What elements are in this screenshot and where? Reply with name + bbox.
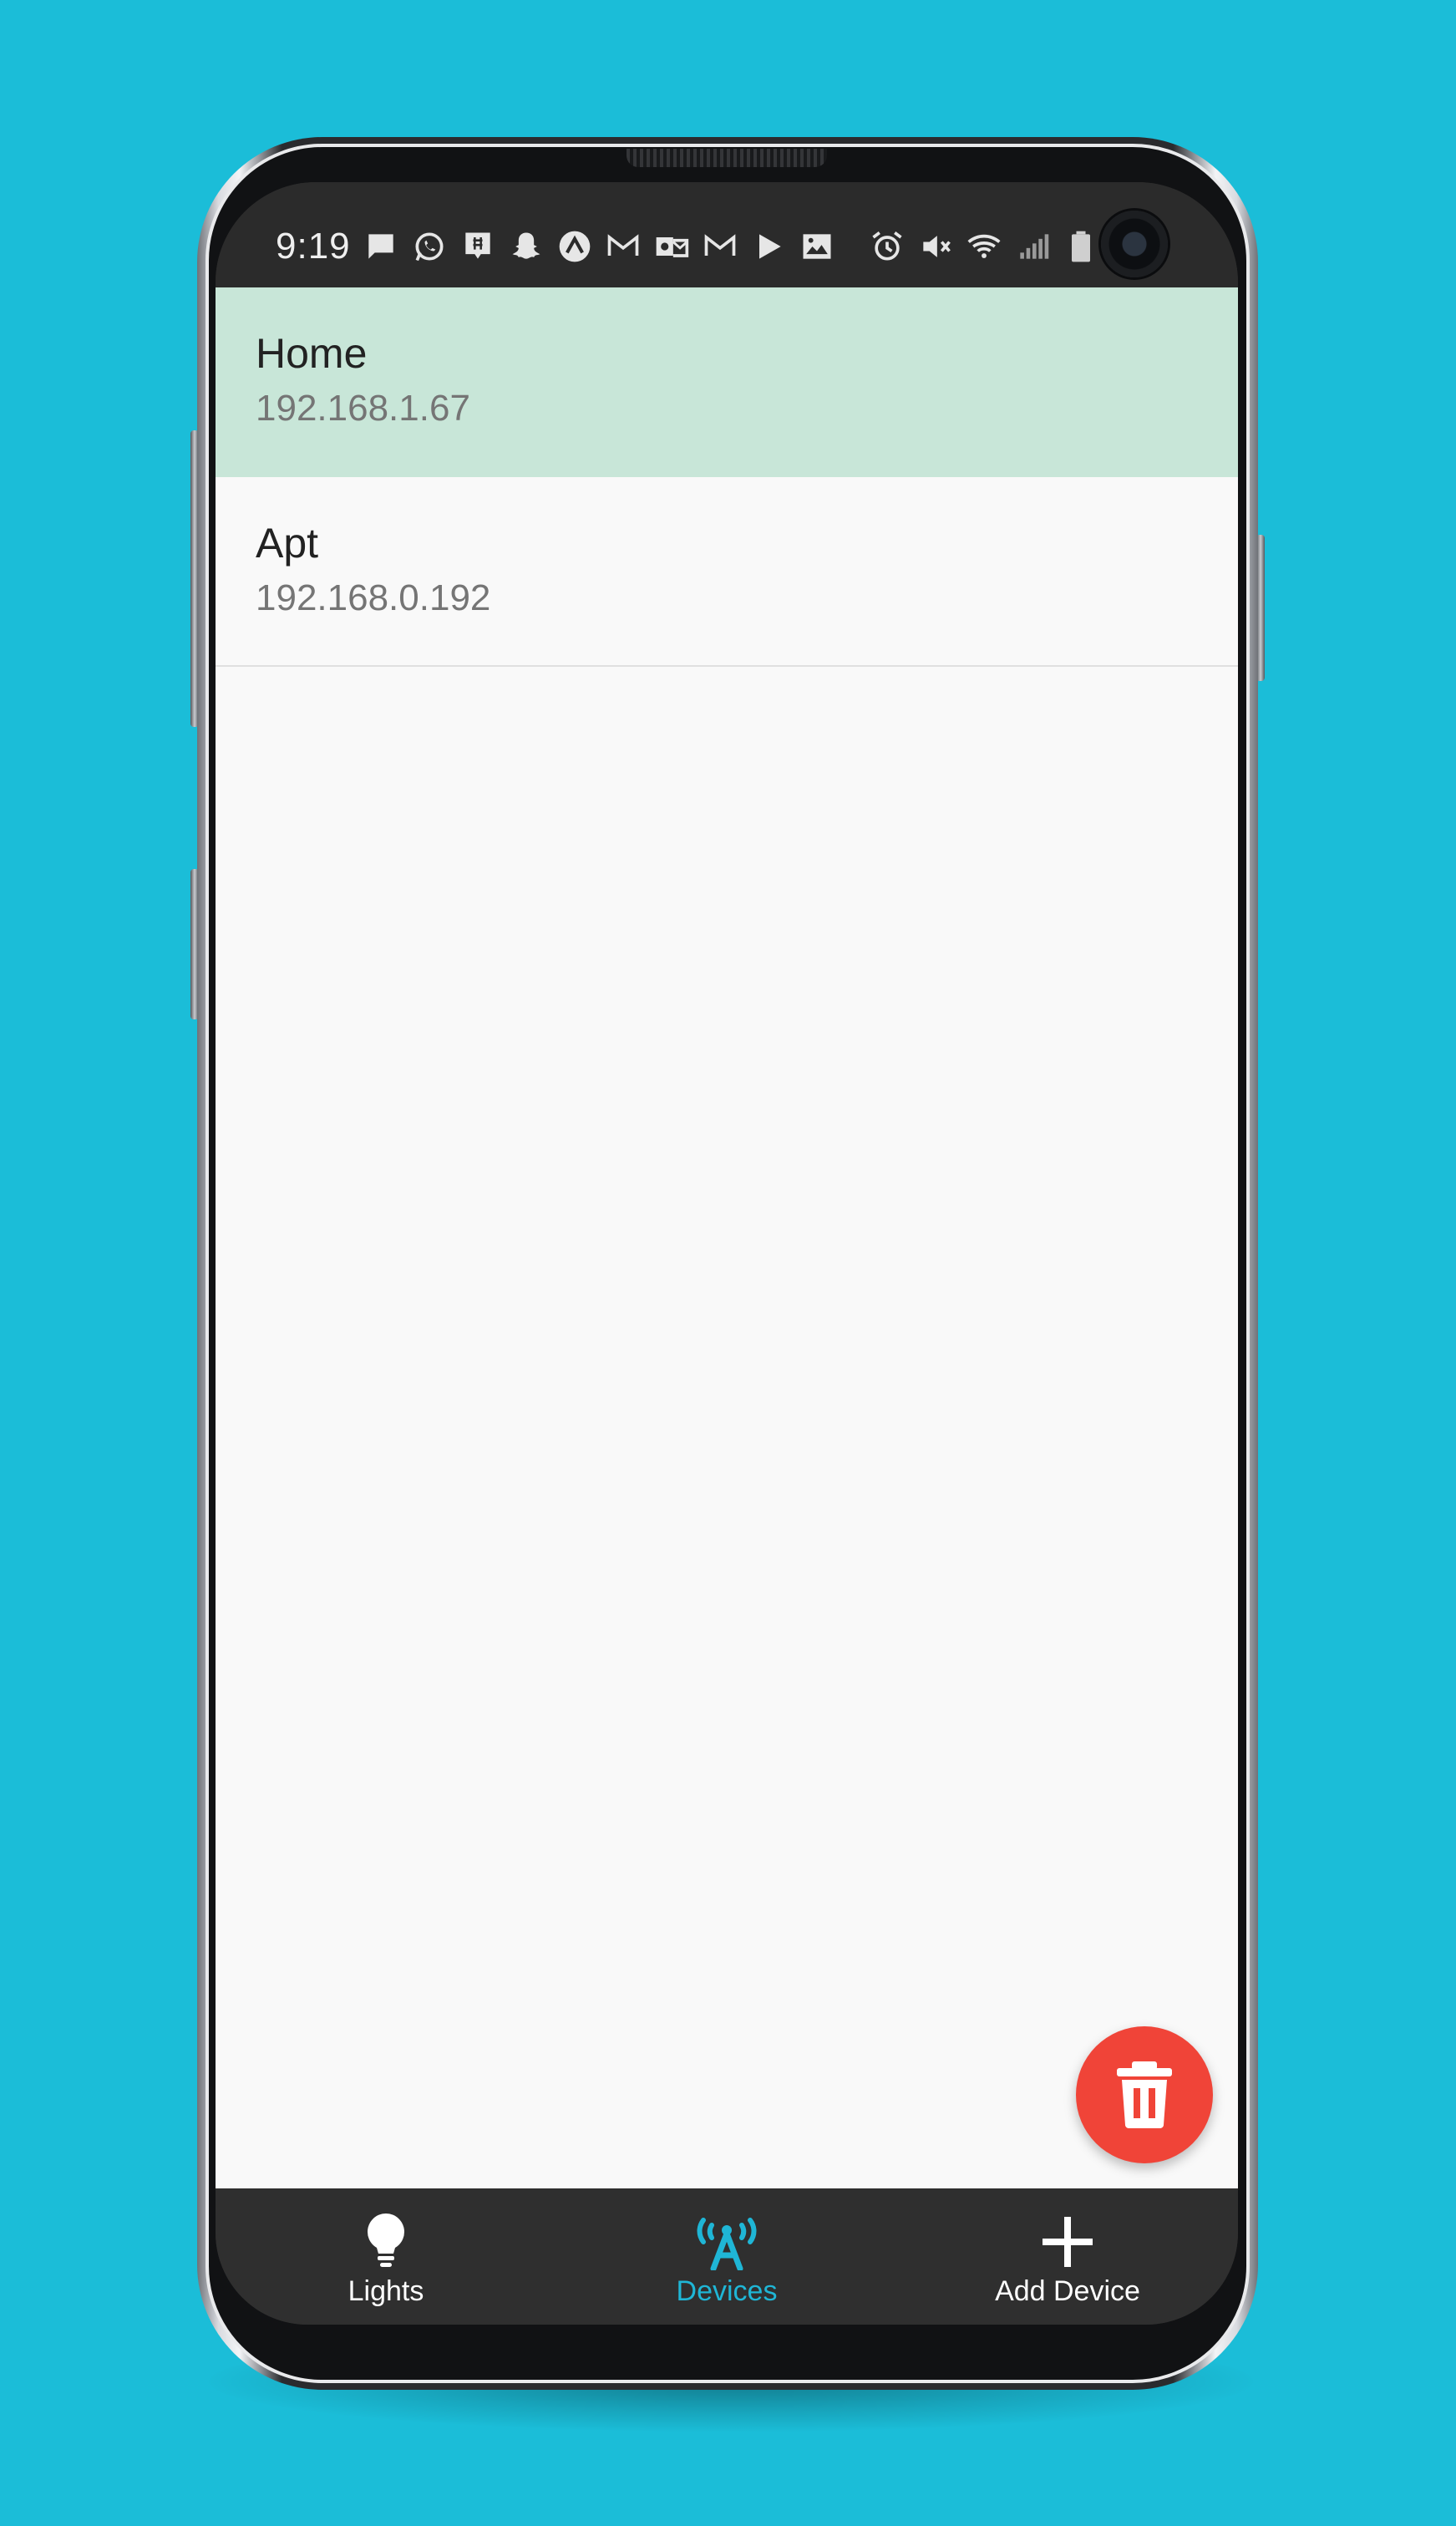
chat-bubble-icon	[459, 228, 496, 265]
tab-label: Add Device	[995, 2275, 1140, 2307]
tab-devices[interactable]: Devices	[556, 2188, 897, 2325]
alarm-icon	[869, 228, 906, 265]
device-item-home[interactable]: Home 192.168.1.67	[216, 287, 1238, 477]
status-bar: 9:19	[216, 182, 1238, 287]
vibrate-mute-icon	[917, 228, 954, 265]
device-name: Apt	[256, 520, 319, 567]
device-list: Home 192.168.1.67 Apt 192.168.0.192	[216, 287, 1238, 2188]
lightbulb-icon	[353, 2212, 419, 2270]
gmail-icon	[702, 228, 738, 265]
status-time: 9:19	[276, 226, 351, 267]
system-icons	[869, 226, 1099, 267]
device-ip: 192.168.1.67	[256, 388, 470, 429]
gmail-icon	[605, 228, 642, 265]
tab-label: Devices	[676, 2275, 778, 2307]
battery-icon	[1063, 228, 1099, 265]
tab-add-device[interactable]: Add Device	[897, 2188, 1238, 2325]
trash-icon	[1114, 2061, 1175, 2128]
message-icon	[363, 228, 399, 265]
device-name: Home	[256, 330, 368, 377]
signal-icon	[1014, 228, 1051, 265]
earpiece-speaker	[627, 149, 827, 167]
delete-device-button[interactable]	[1076, 2026, 1213, 2163]
front-camera	[1101, 211, 1168, 277]
antenna-icon	[693, 2212, 760, 2270]
phone-screen: 9:19 Home 192.168.1.67 Apt 192.168.0.192…	[216, 182, 1238, 2325]
wifi-icon	[966, 228, 1002, 265]
outlook-icon	[653, 228, 690, 265]
notification-icons	[363, 226, 835, 267]
device-item-apt[interactable]: Apt 192.168.0.192	[216, 477, 1238, 667]
app-circle-icon	[556, 228, 593, 265]
gallery-icon	[799, 228, 835, 265]
bottom-navigation: Lights Devices Add Device	[216, 2188, 1238, 2325]
whatsapp-icon	[411, 228, 448, 265]
device-ip: 192.168.0.192	[256, 577, 491, 618]
plus-icon	[1034, 2212, 1101, 2270]
tab-label: Lights	[348, 2275, 424, 2307]
play-store-icon	[750, 228, 787, 265]
snapchat-icon	[508, 228, 545, 265]
tab-lights[interactable]: Lights	[216, 2188, 556, 2325]
